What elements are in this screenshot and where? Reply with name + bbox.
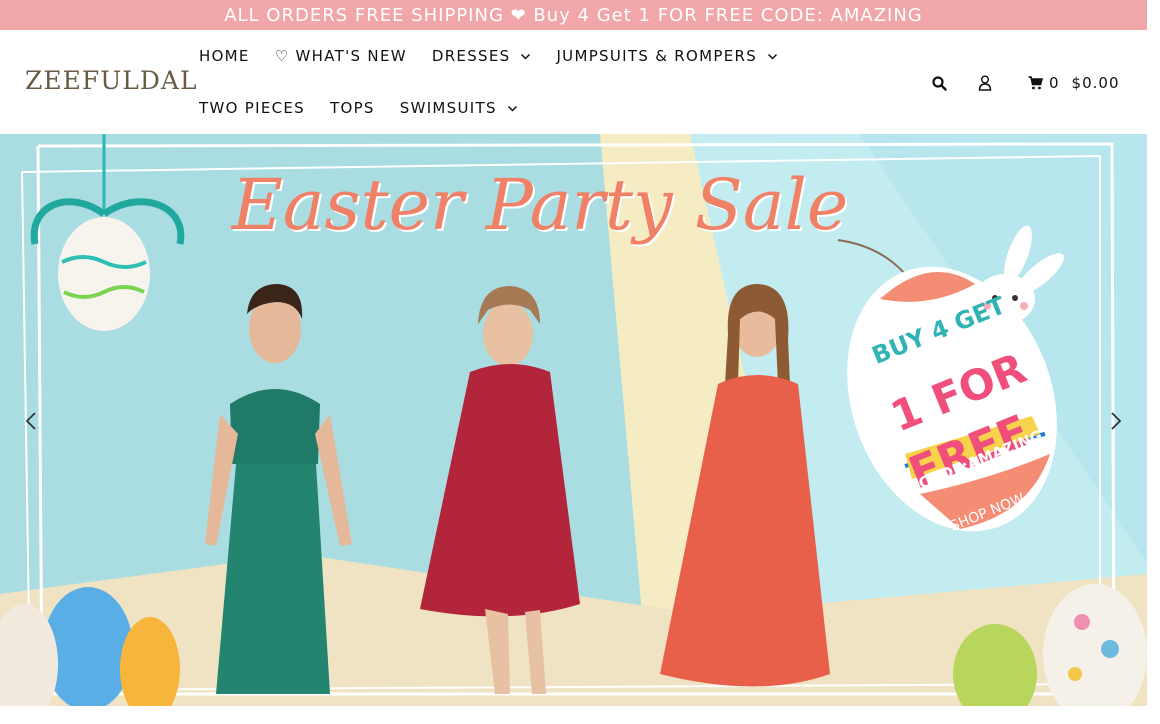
cart-button[interactable]: 0 $0.00	[1028, 74, 1120, 92]
nav-row-2: TWO PIECES TOPS SWIMSUITS	[199, 82, 543, 134]
chevron-down-icon	[507, 105, 517, 112]
nav-item-label: ♡ WHAT'S NEW	[274, 47, 407, 65]
header-tools: 0 $0.00	[930, 73, 1120, 93]
nav-item-label: DRESSES	[431, 47, 511, 65]
nav-item-label: SWIMSUITS	[399, 99, 497, 117]
nav-item-two-pieces[interactable]: TWO PIECES	[199, 99, 305, 117]
logo[interactable]: ZEEFULDAL	[25, 66, 198, 95]
slide-next-button[interactable]	[1105, 404, 1127, 438]
chevron-left-icon	[25, 412, 36, 430]
chevron-right-icon	[1111, 412, 1122, 430]
announcement-bar: ALL ORDERS FREE SHIPPING ❤ Buy 4 Get 1 F…	[0, 0, 1147, 30]
nav-item-swimsuits[interactable]: SWIMSUITS	[400, 99, 518, 117]
nav-item-label: HOME	[199, 47, 250, 65]
nav-row-1: HOME ♡ WHAT'S NEW DRESSES JUMPSUITS & RO…	[199, 30, 803, 82]
announcement-text: ALL ORDERS FREE SHIPPING ❤ Buy 4 Get 1 F…	[224, 4, 923, 26]
search-icon[interactable]	[930, 74, 948, 92]
hero-title: Easter Party Sale	[231, 164, 849, 246]
cart-total: $0.00	[1071, 74, 1120, 92]
nav-item-whats-new[interactable]: ♡ WHAT'S NEW	[275, 47, 407, 65]
nav-item-jumpsuits-rompers[interactable]: JUMPSUITS & ROMPERS	[556, 47, 778, 65]
hero-banner[interactable]: Easter Party Sale BUY 4 GET 1 FOR FREE C…	[0, 134, 1147, 706]
nav-item-label: TOPS	[330, 99, 375, 117]
nav-item-label: TWO PIECES	[199, 99, 305, 117]
slide-prev-button[interactable]	[20, 404, 42, 438]
user-icon[interactable]	[976, 74, 994, 92]
chevron-down-icon	[521, 53, 531, 60]
site-header: ZEEFULDAL HOME ♡ WHAT'S NEW DRESSES JUMP…	[0, 30, 1147, 134]
chevron-down-icon	[768, 53, 778, 60]
nav-item-tops[interactable]: TOPS	[330, 99, 375, 117]
cart-count: 0	[1049, 74, 1060, 92]
shopping-cart-icon	[1028, 76, 1043, 90]
nav-item-dresses[interactable]: DRESSES	[432, 47, 532, 65]
nav-item-home[interactable]: HOME	[199, 47, 250, 65]
nav-item-label: JUMPSUITS & ROMPERS	[556, 47, 758, 65]
